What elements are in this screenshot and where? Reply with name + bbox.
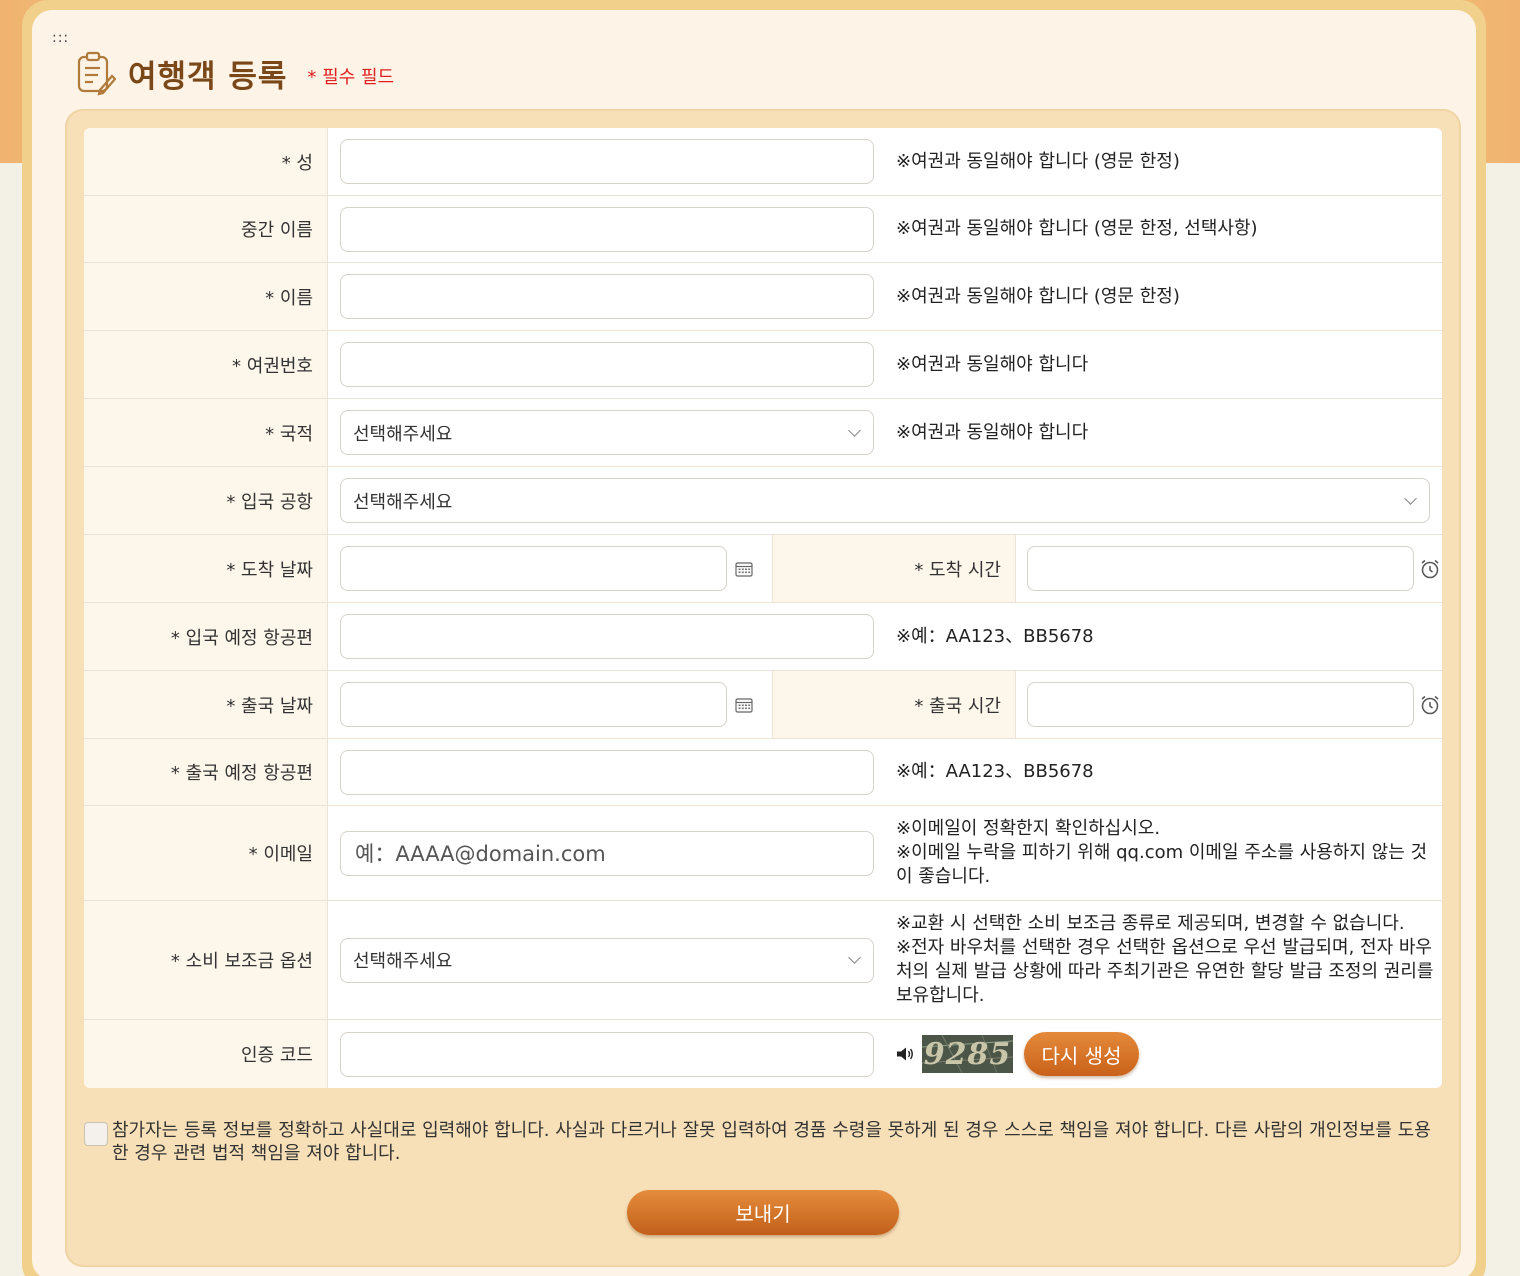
row-passport: * 여권번호 ※여권과 동일해야 합니다 <box>84 331 1442 399</box>
email-note-2: ※이메일 누락을 피하기 위해 qq.com 이메일 주소를 사용하지 않는 것… <box>896 842 1428 887</box>
subsidy-select[interactable]: 선택해주세요 <box>340 937 874 983</box>
subsidy-note-2: ※전자 바우처를 선택한 경우 선택한 옵션으로 우선 발급되며, 전자 바우처… <box>896 937 1434 1006</box>
surname-note: ※여권과 동일해야 합니다 (영문 한정) <box>896 150 1180 172</box>
middle-name-note: ※여권과 동일해야 합니다 (영문 한정, 선택사항) <box>896 218 1258 239</box>
email-input[interactable]: 예：AAAA@domain.com <box>340 830 874 876</box>
departure-flight-input[interactable] <box>340 749 874 795</box>
row-arrival: * 도착 날짜 * 도착 시간 <box>84 535 1442 603</box>
surname-input[interactable] <box>340 139 874 184</box>
departure-time-label: * 출국 시간 <box>772 671 1016 738</box>
departure-flight-label: * 출국 예정 항공편 <box>84 739 328 805</box>
form-header: 여행객 등록 * 필수 필드 <box>76 48 394 98</box>
row-email: * 이메일 예：AAAA@domain.com ※이메일이 정확한지 확인하십시… <box>84 806 1442 901</box>
arrival-time-input[interactable] <box>1027 546 1414 591</box>
arrival-date-label: * 도착 날짜 <box>84 535 328 602</box>
entry-airport-select[interactable]: 선택해주세요 <box>340 478 1430 523</box>
given-name-label: * 이름 <box>84 263 328 330</box>
surname-label: * 성 <box>84 128 328 195</box>
departure-date-label: * 출국 날짜 <box>84 671 328 738</box>
middle-name-input[interactable] <box>340 206 874 252</box>
given-name-note: ※여권과 동일해야 합니다 (영문 한정) <box>896 285 1180 307</box>
form-table: * 성 ※여권과 동일해야 합니다 (영문 한정) 중간 이름 ※여권과 동일해… <box>84 128 1442 1088</box>
subsidy-notes: ※교환 시 선택한 소비 보조금 종류로 제공되며, 변경할 수 없습니다. ※… <box>896 912 1436 1008</box>
page-title: 여행객 등록 <box>128 58 288 95</box>
departure-date-input[interactable] <box>340 682 727 727</box>
row-captcha: 인증 코드 9285 다시 생성 <box>84 1020 1442 1088</box>
document-edit-icon <box>77 51 116 96</box>
alarm-clock-icon[interactable] <box>1419 558 1441 580</box>
arrival-flight-label: * 입국 예정 항공편 <box>84 603 328 670</box>
alarm-clock-icon[interactable] <box>1419 694 1441 716</box>
email-note-1: ※이메일이 정확한지 확인하십시오. <box>896 818 1161 839</box>
row-surname: * 성 ※여권과 동일해야 합니다 (영문 한정) <box>84 128 1442 196</box>
entry-airport-selected: 선택해주세요 <box>353 491 453 513</box>
chevron-down-icon <box>848 951 861 964</box>
chevron-down-icon <box>848 423 861 437</box>
nationality-label: * 국적 <box>84 399 328 466</box>
calendar-icon[interactable] <box>735 697 753 713</box>
subsidy-selected: 선택해주세요 <box>353 951 453 972</box>
drag-handle[interactable]: ::: <box>52 31 69 45</box>
form-panel: * 성 ※여권과 동일해야 합니다 (영문 한정) 중간 이름 ※여권과 동일해… <box>65 109 1461 1267</box>
chevron-down-icon <box>1404 491 1417 505</box>
agreement: 참가자는 등록 정보를 정확하고 사실대로 입력해야 합니다. 사실과 다르거나… <box>84 1119 1444 1165</box>
calendar-icon[interactable] <box>735 561 753 577</box>
arrival-flight-input[interactable] <box>340 614 874 659</box>
captcha-label: 인증 코드 <box>84 1020 328 1088</box>
passport-label: * 여권번호 <box>84 331 328 398</box>
nationality-selected: 선택해주세요 <box>353 423 453 445</box>
row-middle-name: 중간 이름 ※여권과 동일해야 합니다 (영문 한정, 선택사항) <box>84 196 1442 263</box>
agreement-checkbox[interactable] <box>84 1122 108 1146</box>
email-label: * 이메일 <box>84 806 328 900</box>
row-arrival-flight: * 입국 예정 항공편 ※예：AA123、BB5678 <box>84 603 1442 671</box>
entry-airport-label: * 입국 공항 <box>84 467 328 534</box>
row-nationality: * 국적 선택해주세요 ※여권과 동일해야 합니다 <box>84 399 1442 467</box>
arrival-time-label: * 도착 시간 <box>772 535 1016 602</box>
arrival-flight-note: ※예：AA123、BB5678 <box>896 625 1094 647</box>
captcha-input[interactable] <box>340 1031 874 1077</box>
captcha-image: 9285 <box>922 1035 1013 1073</box>
required-field-note: * 필수 필드 <box>307 67 395 88</box>
middle-name-label: 중간 이름 <box>84 196 328 262</box>
subsidy-label: * 소비 보조금 옵션 <box>84 901 328 1019</box>
card-inner: ::: 여행객 등록 * 필수 필드 * 성 ※여권과 동일해야 합니다 (영문… <box>32 10 1476 1276</box>
row-departure: * 출국 날짜 * 출국 시간 <box>84 671 1442 739</box>
nationality-note: ※여권과 동일해야 합니다 <box>896 421 1089 443</box>
row-subsidy: * 소비 보조금 옵션 선택해주세요 ※교환 시 선택한 소비 보조금 종류로 … <box>84 901 1442 1020</box>
agreement-text: 참가자는 등록 정보를 정확하고 사실대로 입력해야 합니다. 사실과 다르거나… <box>112 1120 1431 1164</box>
given-name-input[interactable] <box>340 274 874 319</box>
departure-flight-note: ※예：AA123、BB5678 <box>896 761 1094 782</box>
departure-time-input[interactable] <box>1027 682 1414 727</box>
captcha-text: 9285 <box>923 1036 1012 1072</box>
submit-button[interactable]: 보내기 <box>627 1190 899 1235</box>
regenerate-captcha-button[interactable]: 다시 생성 <box>1024 1032 1139 1076</box>
row-departure-flight: * 출국 예정 항공편 ※예：AA123、BB5678 <box>84 739 1442 806</box>
subsidy-note-1: ※교환 시 선택한 소비 보조금 종류로 제공되며, 변경할 수 없습니다. <box>896 913 1405 934</box>
nationality-select[interactable]: 선택해주세요 <box>340 410 874 455</box>
passport-note: ※여권과 동일해야 합니다 <box>896 353 1089 375</box>
row-given-name: * 이름 ※여권과 동일해야 합니다 (영문 한정) <box>84 263 1442 331</box>
passport-input[interactable] <box>340 342 874 387</box>
row-entry-airport: * 입국 공항 선택해주세요 <box>84 467 1442 535</box>
arrival-date-input[interactable] <box>340 546 727 591</box>
speaker-icon[interactable] <box>896 1046 914 1062</box>
email-notes: ※이메일이 정확한지 확인하십시오. ※이메일 누락을 피하기 위해 qq.co… <box>896 817 1432 889</box>
registration-card: ::: 여행객 등록 * 필수 필드 * 성 ※여권과 동일해야 합니다 (영문… <box>22 0 1486 1276</box>
